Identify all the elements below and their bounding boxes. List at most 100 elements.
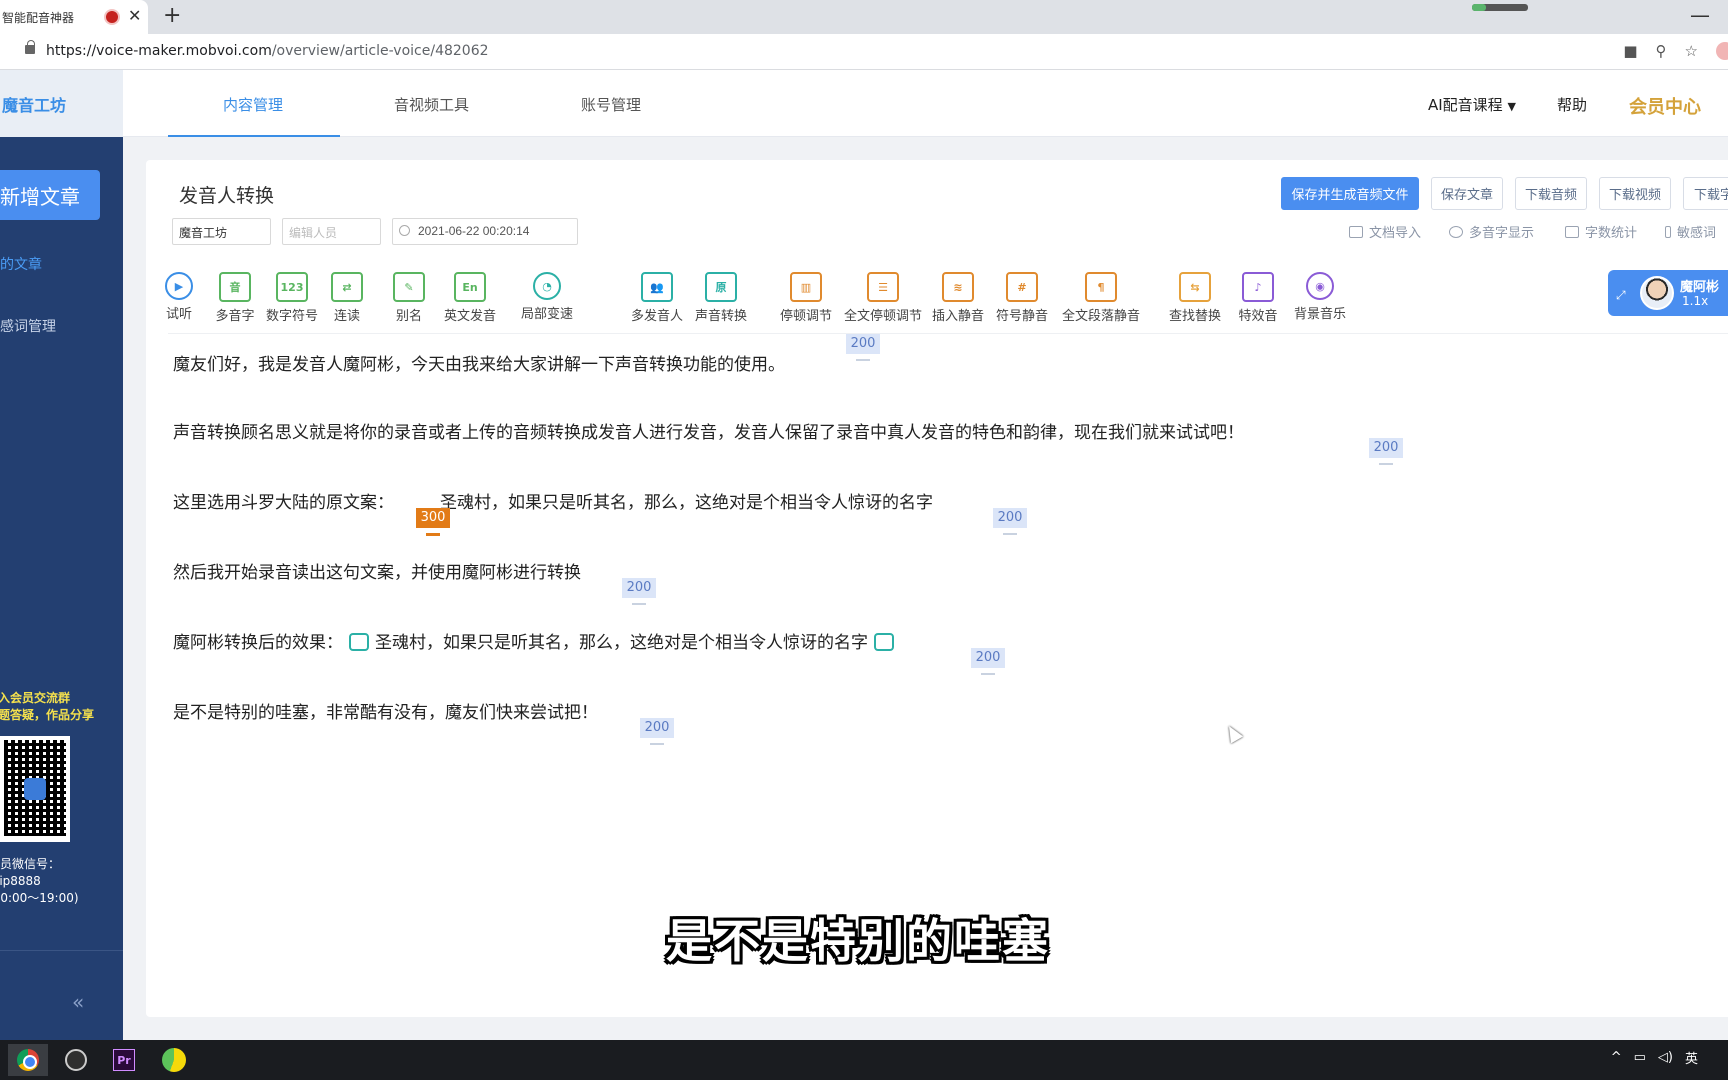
tool-insert-silence[interactable]: ≋ 插入静音: [930, 272, 986, 324]
pause-badge[interactable]: 200: [971, 648, 1005, 675]
word-count-label: 字数统计: [1585, 226, 1638, 241]
caret-down-icon: ▼: [1507, 100, 1516, 113]
paragraph-4[interactable]: 然后我开始录音读出这句文案，并使用魔阿彬进行转换: [173, 558, 581, 583]
insert-silence-icon: ≋: [942, 272, 974, 302]
app-taskbar-icon[interactable]: [154, 1044, 194, 1076]
camera-icon[interactable]: ■: [1623, 42, 1637, 60]
tab-av-tools[interactable]: 音视频工具: [394, 94, 469, 115]
close-tab-icon[interactable]: ✕: [128, 6, 141, 25]
paragraph-text: 魔友们好，我是发音人魔阿彬，今天由我来给大家讲解一下声音转换功能的使用。: [173, 355, 785, 375]
paragraph-5[interactable]: 魔阿彬转换后的效果： 圣魂村，如果只是听其名，那么，这绝对是个相当令人惊讶的名字: [173, 628, 900, 653]
collapse-icon[interactable]: «: [72, 990, 84, 1014]
tool-sound-effect[interactable]: ♪ 特效音: [1237, 272, 1279, 324]
ime-indicator[interactable]: 英: [1685, 1048, 1698, 1067]
chrome-taskbar-icon[interactable]: [8, 1044, 48, 1076]
tool-polyphone[interactable]: 音多音字: [214, 272, 256, 324]
paragraph-1[interactable]: 魔友们好，我是发音人魔阿彬，今天由我来给大家讲解一下声音转换功能的使用。: [173, 350, 785, 375]
save-article-button[interactable]: 保存文章: [1431, 177, 1503, 210]
tab-account-management[interactable]: 账号管理: [581, 94, 641, 115]
tool-local-speed[interactable]: ◔ 局部变速: [519, 272, 575, 322]
zoom-icon[interactable]: ⚲: [1656, 42, 1667, 60]
polyphone-display-link[interactable]: 多音字显示: [1449, 222, 1534, 241]
liaison-icon: ⇄: [331, 272, 363, 302]
tool-preview[interactable]: ▶ 试听: [163, 272, 195, 322]
sidebar-item-my-articles[interactable]: 我的文章: [0, 254, 42, 274]
star-icon[interactable]: ☆: [1685, 42, 1698, 60]
download-video-button[interactable]: 下载视频: [1599, 177, 1671, 210]
import-doc-link[interactable]: 文档导入: [1349, 222, 1421, 241]
voice-convert-marker-icon[interactable]: [349, 633, 369, 651]
tab-content-management[interactable]: 内容管理: [223, 94, 283, 115]
toolbar-divider: [168, 333, 1728, 334]
tool-multi-speaker[interactable]: 👥 多发音人: [629, 272, 685, 324]
speaker-selector[interactable]: ⤢ 魔阿彬 1.1x: [1608, 270, 1728, 316]
ai-course-dropdown[interactable]: AI配音课程 ▼: [1428, 94, 1516, 115]
pause-badge-orange[interactable]: 300: [416, 508, 450, 536]
sensitive-words-link[interactable]: 敏感词: [1665, 222, 1716, 241]
tool-alias[interactable]: ✎ 别名: [393, 272, 425, 324]
paragraph-6[interactable]: 是不是特别的哇塞，非常酷有没有，魔友们快来尝试把！: [173, 698, 598, 723]
top-nav: 内容管理 音视频工具 账号管理 AI配音课程 ▼ 帮助 会员中心: [123, 70, 1728, 137]
sensitive-icon: [1665, 225, 1671, 238]
count-icon: [1565, 225, 1579, 238]
active-tab-underline: [168, 135, 340, 137]
tool-bg-music[interactable]: ◉ 背景音乐: [1292, 272, 1348, 322]
document-title[interactable]: 发音人转换: [179, 181, 274, 208]
tool-symbol-silence[interactable]: # 符号静音: [994, 272, 1050, 324]
pause-badge[interactable]: 200: [993, 508, 1027, 535]
promo-line-2: 问题答疑，作品分享: [0, 708, 95, 722]
voice-convert-marker-icon[interactable]: [874, 633, 894, 651]
address-bar[interactable]: https://voice-maker.mobvoi.com/overview/…: [0, 34, 1728, 70]
browser-tab[interactable]: 智能配音神器 ✕: [0, 0, 148, 34]
pause-badge[interactable]: 200: [622, 578, 656, 605]
tool-pause-adjust[interactable]: ▥ 停顿调节: [778, 272, 834, 324]
tool-label: 查找替换: [1168, 309, 1221, 324]
expand-icon[interactable]: ⤢: [1616, 288, 1626, 303]
speaker-avatar: [1640, 276, 1674, 310]
url-text[interactable]: https://voice-maker.mobvoi.com/overview/…: [46, 43, 489, 59]
tool-full-pause-adjust[interactable]: ☰ 全文停顿调节: [841, 272, 925, 324]
network-icon[interactable]: ▭: [1634, 1050, 1646, 1065]
author-input[interactable]: 魔音工坊: [172, 218, 271, 245]
new-article-button[interactable]: 新增文章: [0, 170, 100, 220]
paragraph-3[interactable]: 这里选用斗罗大陆的原文案： 圣魂村，如果只是听其名，那么，这绝对是个相当令人惊讶的…: [173, 488, 933, 513]
tool-voice-convert[interactable]: 原声音转换: [693, 272, 749, 324]
word-count-link[interactable]: 字数统计: [1565, 222, 1637, 241]
paragraph-2[interactable]: 声音转换顾名思义就是将你的录音或者上传的音频转换成发音人进行发音，发音人保留了录…: [173, 418, 1244, 443]
pause-badge[interactable]: 200: [846, 334, 880, 361]
tool-find-replace[interactable]: ⇆ 查找替换: [1167, 272, 1223, 324]
tool-label: 全文段落静音: [1061, 309, 1140, 324]
datetime-field[interactable]: 2021-06-22 00:20:14: [392, 218, 578, 245]
volume-icon[interactable]: ◁): [1658, 1050, 1673, 1065]
tool-paragraph-silence[interactable]: ¶ 全文段落静音: [1059, 272, 1143, 324]
editor-input[interactable]: 编辑人员: [282, 218, 381, 245]
tool-label: 声音转换: [694, 309, 747, 324]
download-audio-button[interactable]: 下载音频: [1515, 177, 1587, 210]
import-doc-label: 文档导入: [1369, 226, 1422, 241]
app-logo[interactable]: 魔音工坊: [0, 70, 123, 137]
tray-expand-icon[interactable]: ^: [1611, 1050, 1622, 1065]
profile-avatar-icon[interactable]: [1716, 42, 1728, 60]
pause-badge[interactable]: 200: [640, 718, 674, 745]
sound-effect-icon: ♪: [1242, 272, 1274, 302]
download-subtitle-button[interactable]: 下载字: [1683, 177, 1728, 210]
obs-taskbar-icon[interactable]: [56, 1044, 96, 1076]
new-tab-icon[interactable]: +: [163, 3, 181, 28]
speed-icon: ◔: [533, 272, 561, 300]
vip-center-link[interactable]: 会员中心: [1629, 93, 1701, 119]
video-subtitle: 是不是特别的哇塞: [666, 914, 1050, 968]
minimize-icon[interactable]: —: [1690, 3, 1710, 27]
sensitive-label: 敏感词: [1677, 226, 1717, 241]
tool-number-symbol[interactable]: 123 数字符号: [264, 272, 320, 324]
paragraph-text: 这里选用斗罗大陆的原文案：: [173, 493, 394, 513]
tool-label: 局部变速: [520, 307, 573, 322]
sidebar: 魔音工坊 新增文章 我的文章 敏感词管理 加入会员交流群 问题答疑，作品分享 会…: [0, 70, 123, 1040]
sidebar-item-sensitive-words[interactable]: 敏感词管理: [0, 316, 56, 336]
save-generate-button[interactable]: 保存并生成音频文件: [1281, 177, 1419, 210]
pause-badge[interactable]: 200: [1369, 438, 1403, 465]
tool-liaison[interactable]: ⇄ 连读: [331, 272, 363, 324]
tool-english[interactable]: En 英文发音: [442, 272, 498, 324]
premiere-taskbar-icon[interactable]: Pr: [104, 1044, 144, 1076]
sidebar-divider: [0, 950, 123, 951]
help-link[interactable]: 帮助: [1557, 94, 1587, 115]
